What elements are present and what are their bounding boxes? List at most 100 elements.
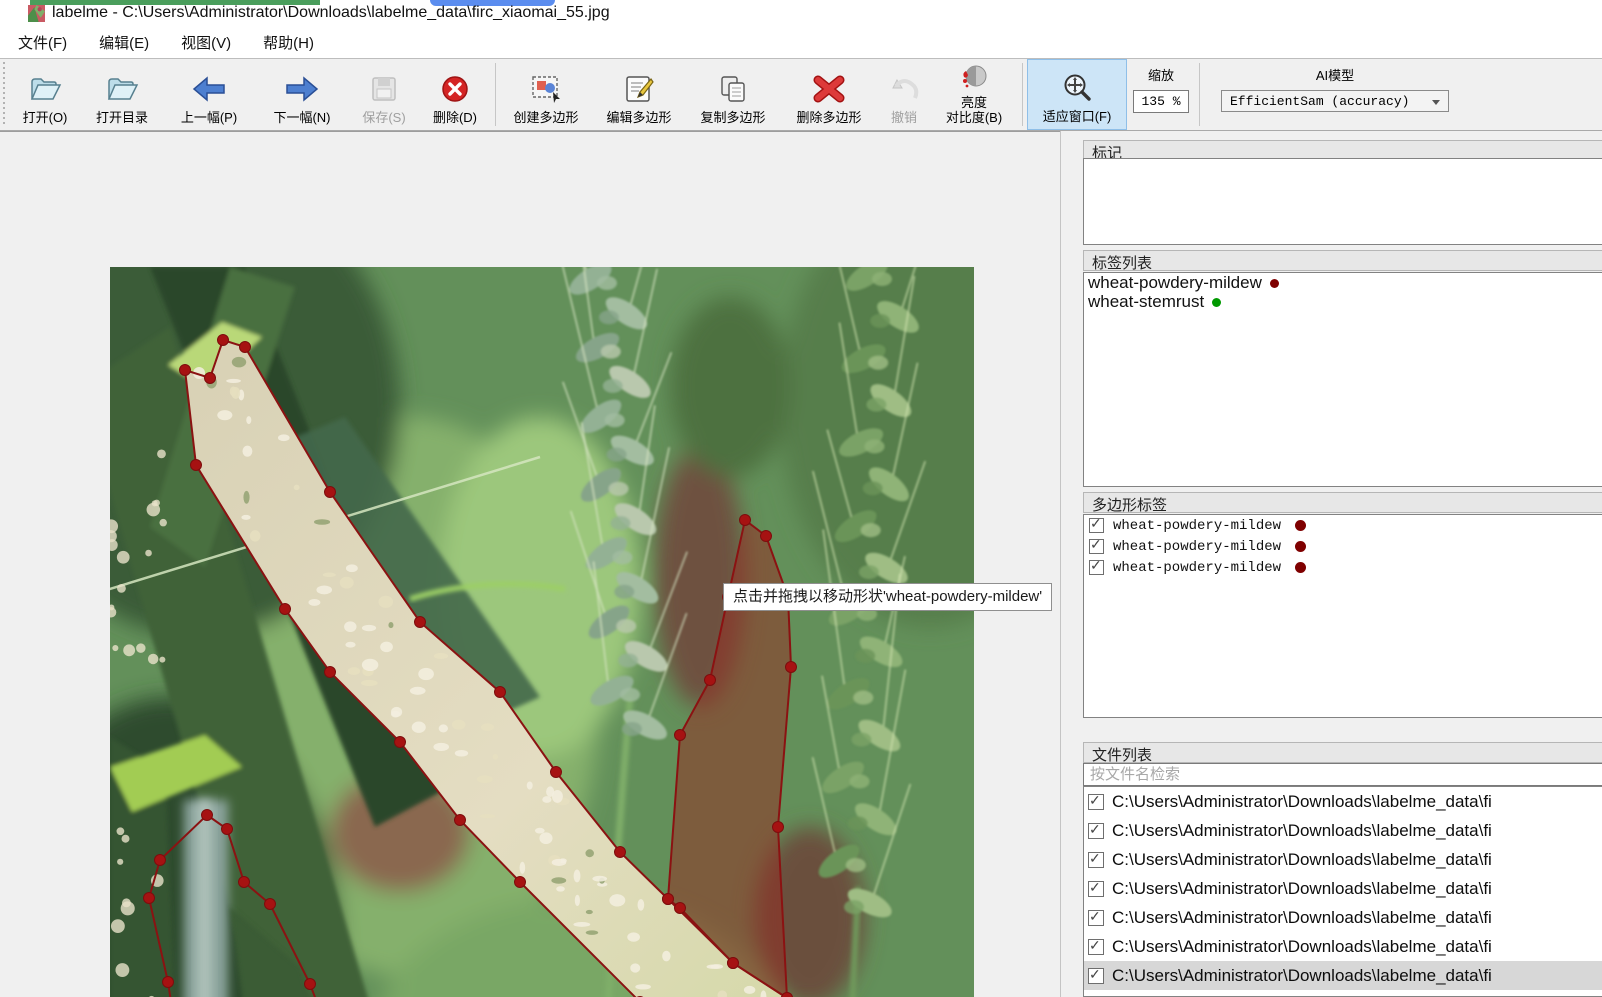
label-list-item[interactable]: wheat-powdery-mildew <box>1084 273 1602 292</box>
polygon-label-item[interactable]: wheat-powdery-mildew <box>1084 536 1602 557</box>
file-list-item[interactable]: C:\Users\Administrator\Downloads\labelme… <box>1084 845 1602 874</box>
folder-open-icon <box>105 70 139 108</box>
delete-polygon-button[interactable]: 删除多边形 <box>780 59 878 130</box>
polygon-vertex[interactable] <box>304 978 316 990</box>
polygon-vertex[interactable] <box>201 809 213 821</box>
delete-polygon-button-label: 删除多边形 <box>796 110 862 125</box>
menu-view[interactable]: 视图(V) <box>167 28 245 57</box>
polygon-vertex[interactable] <box>143 892 155 904</box>
polygon-vertex[interactable] <box>739 514 751 526</box>
polygon-vertex[interactable] <box>238 876 250 888</box>
polygon-vertex[interactable] <box>674 729 686 741</box>
open-button[interactable]: 打开(O) <box>9 59 81 130</box>
polygon-label-item[interactable]: wheat-powdery-mildew <box>1084 515 1602 536</box>
edit-polygon-button-label: 编辑多边形 <box>606 110 672 125</box>
file-item-checkbox[interactable] <box>1088 908 1104 926</box>
file-item-checkbox[interactable] <box>1088 850 1104 868</box>
polygon-vertex[interactable] <box>704 674 716 686</box>
file-list-item[interactable]: C:\Users\Administrator\Downloads\labelme… <box>1084 816 1602 845</box>
polygon-vertex[interactable] <box>772 821 784 833</box>
label-list-item-text: wheat-powdery-mildew <box>1088 273 1262 292</box>
file-list: C:\Users\Administrator\Downloads\labelme… <box>1083 786 1602 997</box>
toolbar-separator <box>495 63 496 126</box>
file-item-checkbox[interactable] <box>1088 879 1104 897</box>
fit-window-button-label: 适应窗口(F) <box>1042 109 1112 124</box>
polygon-vertex[interactable] <box>614 846 626 858</box>
file-list-item[interactable]: C:\Users\Administrator\Downloads\labelme… <box>1084 787 1602 816</box>
zoom-value-spinbox[interactable]: 135 % <box>1133 90 1189 113</box>
edit-polygon-button[interactable]: 编辑多边形 <box>592 59 686 130</box>
file-list-item[interactable]: C:\Users\Administrator\Downloads\labelme… <box>1084 874 1602 903</box>
delete-image-button[interactable]: 删除(D) <box>419 59 491 130</box>
polygon-vertex[interactable] <box>264 898 276 910</box>
zoom-group: 缩放 135 % <box>1127 59 1195 130</box>
polygon-vertex[interactable] <box>550 766 562 778</box>
polygon-vertex[interactable] <box>494 686 506 698</box>
ai-model-select[interactable]: EfficientSam (accuracy) <box>1221 90 1449 112</box>
polygon-labels-header: 多边形标签 <box>1083 492 1602 514</box>
polygon-label-item-text: wheat-powdery-mildew <box>1113 559 1282 576</box>
brightness-contrast-button[interactable]: 亮度 对比度(B) <box>930 59 1018 130</box>
toolbar-drag-handle[interactable] <box>2 62 7 127</box>
polygon-vertex[interactable] <box>727 957 739 969</box>
window-title: labelme - C:\Users\Administrator\Downloa… <box>52 4 610 21</box>
file-list-item[interactable]: C:\Users\Administrator\Downloads\labelme… <box>1084 961 1602 990</box>
polygon-label-checkbox[interactable] <box>1089 558 1104 575</box>
prev-image-button-label: 上一幅(P) <box>180 110 238 125</box>
prev-image-button[interactable]: 上一幅(P) <box>163 59 255 130</box>
file-list-item[interactable]: C:\Users\Administrator\Downloads\labelme… <box>1084 903 1602 932</box>
create-polygon-button[interactable]: 创建多边形 <box>500 59 592 130</box>
annotation-polygon[interactable] <box>179 334 975 997</box>
polygon-vertex[interactable] <box>221 823 233 835</box>
file-list-item[interactable]: C:\Users\Administrator\Downloads\labelme… <box>1084 932 1602 961</box>
file-search-input[interactable] <box>1083 763 1602 786</box>
file-item-checkbox[interactable] <box>1088 821 1104 839</box>
fit-window-button[interactable]: 适应窗口(F) <box>1027 59 1127 130</box>
duplicate-polygon-button[interactable]: 复制多边形 <box>686 59 780 130</box>
polygon-vertex[interactable] <box>514 876 526 888</box>
file-item-checkbox[interactable] <box>1088 792 1104 810</box>
polygon-vertex[interactable] <box>394 736 406 748</box>
save-button-label: 保存(S) <box>362 110 406 125</box>
open-dir-button[interactable]: 打开目录 <box>81 59 163 130</box>
polygon-vertex[interactable] <box>454 814 466 826</box>
polygon-vertex[interactable] <box>217 334 229 346</box>
side-panel: 标记 标签列表 wheat-powdery-mildew wheat-stemru… <box>1062 131 1602 997</box>
polygon-vertex[interactable] <box>179 364 191 376</box>
polygon-label-checkbox[interactable] <box>1089 537 1104 554</box>
menu-help[interactable]: 帮助(H) <box>249 28 328 57</box>
save-button[interactable]: 保存(S) <box>349 59 419 130</box>
menu-file[interactable]: 文件(F) <box>4 28 81 57</box>
polygon-label-item[interactable]: wheat-powdery-mildew <box>1084 557 1602 578</box>
label-list-item[interactable]: wheat-stemrust <box>1084 292 1602 311</box>
annotation-polygon[interactable] <box>143 809 374 997</box>
image-canvas[interactable] <box>0 131 1061 997</box>
polygon-vertex[interactable] <box>190 459 202 471</box>
polygon-vertex[interactable] <box>204 372 216 384</box>
polygon-vertex[interactable] <box>785 661 797 673</box>
file-item-checkbox[interactable] <box>1088 966 1104 984</box>
polygon-vertex[interactable] <box>674 902 686 914</box>
polygon-vertex[interactable] <box>324 666 336 678</box>
label-list: wheat-powdery-mildew wheat-stemrust <box>1083 272 1602 487</box>
next-image-button[interactable]: 下一幅(N) <box>255 59 349 130</box>
polygon-vertex[interactable] <box>154 854 166 866</box>
polygon-vertex[interactable] <box>279 603 291 615</box>
title-bar: labelme - C:\Users\Administrator\Downloa… <box>0 0 1602 27</box>
polygon-vertex[interactable] <box>414 616 426 628</box>
file-item-path: C:\Users\Administrator\Downloads\labelme… <box>1112 820 1492 840</box>
annotation-layer <box>143 334 975 997</box>
undo-button[interactable]: 撤销 <box>878 59 930 130</box>
polygon-vertex[interactable] <box>162 976 174 988</box>
polygon-vertex[interactable] <box>662 893 674 905</box>
labelme-window: { "window": { "title": "labelme - C:\\Us… <box>0 0 1602 997</box>
polygon-vertex[interactable] <box>324 486 336 498</box>
polygon-labels-list: wheat-powdery-mildew wheat-powdery-mildew… <box>1083 514 1602 718</box>
polygon-label-checkbox[interactable] <box>1089 516 1104 533</box>
polygon-vertex[interactable] <box>239 341 251 353</box>
flags-list[interactable] <box>1083 158 1602 245</box>
menu-edit[interactable]: 编辑(E) <box>85 28 163 57</box>
ai-model-selected-value: EfficientSam (accuracy) <box>1230 93 1410 109</box>
polygon-vertex[interactable] <box>760 530 772 542</box>
file-item-checkbox[interactable] <box>1088 937 1104 955</box>
